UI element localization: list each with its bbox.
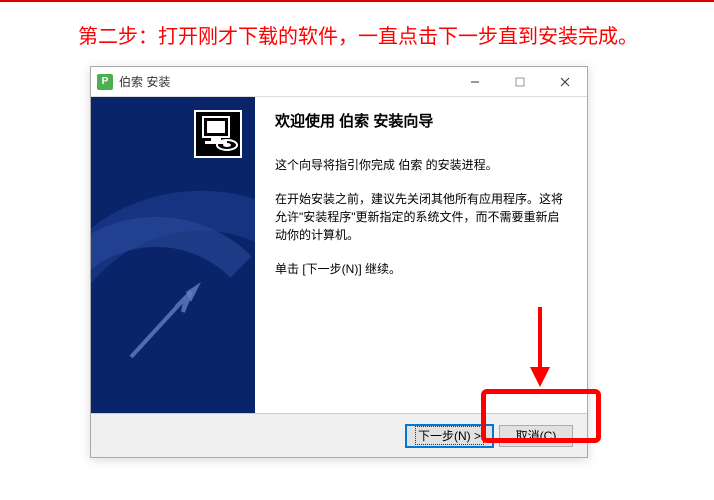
wizard-sidebar (91, 97, 255, 413)
minimize-button[interactable] (452, 67, 497, 96)
cancel-button[interactable]: 取消(C) (499, 425, 573, 447)
wizard-content: 欢迎使用 伯索 安装向导 这个向导将指引你完成 伯索 的安装进程。 在开始安装之… (255, 97, 587, 413)
dialog-body: 欢迎使用 伯索 安装向导 这个向导将指引你完成 伯索 的安装进程。 在开始安装之… (91, 97, 587, 413)
instruction-text: 第二步：打开刚才下载的软件，一直点击下一步直到安装完成。 (0, 2, 714, 49)
titlebar: P 伯索 安装 (91, 67, 587, 97)
next-button[interactable]: 下一步(N) > (406, 425, 493, 447)
installer-icon (193, 109, 243, 159)
close-button[interactable] (542, 67, 587, 96)
close-icon (560, 77, 570, 87)
welcome-heading: 欢迎使用 伯索 安装向导 (275, 111, 567, 134)
intro-text-3: 单击 [下一步(N)] 继续。 (275, 260, 567, 278)
minimize-icon (470, 77, 480, 87)
window-controls (452, 67, 587, 96)
installer-window: P 伯索 安装 (90, 66, 588, 458)
intro-text-1: 这个向导将指引你完成 伯索 的安装进程。 (275, 156, 567, 174)
wizard-footer: 下一步(N) > 取消(C) (91, 413, 587, 457)
intro-text-2: 在开始安装之前，建议先关闭其他所有应用程序。这将允许"安装程序"更新指定的系统文… (275, 190, 567, 244)
window-title: 伯索 安装 (119, 73, 452, 90)
app-icon: P (97, 74, 113, 90)
maximize-icon (515, 77, 525, 87)
maximize-button[interactable] (497, 67, 542, 96)
next-button-label: 下一步(N) > (415, 426, 484, 445)
